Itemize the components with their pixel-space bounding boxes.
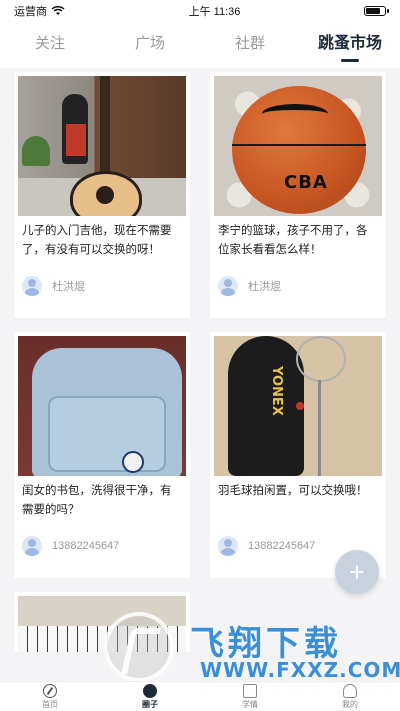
top-tabs: 关注 广场 社群 跳蚤市场 bbox=[0, 22, 400, 68]
guitar-soundhole bbox=[96, 186, 114, 204]
guitar-neck bbox=[100, 76, 110, 176]
racket-cover-print: YONEX bbox=[269, 366, 284, 416]
racket-head bbox=[296, 336, 346, 382]
piano-keys bbox=[18, 626, 186, 652]
avatar-icon[interactable] bbox=[218, 276, 238, 296]
author-name: 杜洪焜 bbox=[52, 281, 85, 293]
person-icon bbox=[343, 684, 357, 698]
author-name: 13882245647 bbox=[52, 540, 120, 552]
basketball-print: CBA bbox=[284, 172, 328, 193]
feed-card[interactable]: CBA 李宁的篮球，孩子不用了，各位家长看看怎么样！ 杜洪焜 bbox=[210, 72, 386, 318]
basketball-seam bbox=[232, 144, 366, 146]
feed-grid: 儿子的入门吉他，现在不需要了，有没有可以交换的呀！ 杜洪焜 CBA 李宁的篮球，… bbox=[14, 72, 386, 652]
card-description: 羽毛球拍闲置，可以交换哦！ bbox=[218, 485, 368, 497]
status-left: 运营商 bbox=[14, 3, 65, 19]
plant-shape bbox=[22, 136, 50, 166]
avatar-icon[interactable] bbox=[218, 536, 238, 556]
wifi-icon bbox=[51, 6, 65, 15]
nav-label: 圈子 bbox=[142, 700, 158, 709]
circle-icon bbox=[143, 684, 157, 698]
card-author[interactable]: 杜洪焜 bbox=[210, 268, 386, 296]
author-name: 13882245647 bbox=[248, 540, 316, 552]
tab-square[interactable]: 广场 bbox=[100, 22, 200, 68]
nav-label: 学情 bbox=[242, 700, 258, 709]
nav-mine[interactable]: 我的 bbox=[300, 682, 400, 711]
bottom-nav: 首页 圈子 学情 我的 bbox=[0, 681, 400, 711]
status-time: 上午 11:36 bbox=[188, 6, 241, 18]
feed-card[interactable] bbox=[14, 592, 190, 652]
nav-home[interactable]: 首页 bbox=[0, 682, 100, 711]
card-description: 李宁的篮球，孩子不用了，各位家长看看怎么样！ bbox=[218, 225, 368, 256]
piano-image[interactable] bbox=[18, 596, 186, 652]
tab-flea-market[interactable]: 跳蚤市场 bbox=[300, 22, 400, 68]
nav-circle[interactable]: 圈子 bbox=[100, 682, 200, 711]
nav-label: 我的 bbox=[342, 700, 358, 709]
racket-tag bbox=[296, 402, 304, 410]
book-icon bbox=[243, 684, 257, 698]
backpack-image[interactable] bbox=[18, 336, 186, 476]
avatar-icon[interactable] bbox=[22, 276, 42, 296]
nav-label: 首页 bbox=[42, 700, 58, 709]
card-author[interactable]: 13882245647 bbox=[14, 528, 190, 556]
avatar-icon[interactable] bbox=[22, 536, 42, 556]
brand-logo-shape bbox=[262, 104, 328, 124]
card-description: 儿子的入门吉他，现在不需要了，有没有可以交换的呀！ bbox=[22, 225, 172, 256]
basketball-image[interactable]: CBA bbox=[214, 76, 382, 216]
card-description: 闺女的书包，洗得很干净，有需要的吗？ bbox=[22, 485, 172, 516]
author-name: 杜洪焜 bbox=[248, 281, 281, 293]
tab-follow[interactable]: 关注 bbox=[0, 22, 100, 68]
badminton-racket-image[interactable]: YONEX bbox=[214, 336, 382, 476]
feed-card[interactable]: YONEX 羽毛球拍闲置，可以交换哦！ 13882245647 bbox=[210, 332, 386, 578]
battery-icon bbox=[364, 6, 389, 16]
star-badge-icon bbox=[122, 451, 144, 473]
watermark-url: WWW.FXXZ.COM bbox=[200, 658, 400, 682]
racket-shaft bbox=[318, 380, 321, 476]
figurine-coat bbox=[66, 124, 86, 156]
guitar-image[interactable] bbox=[18, 76, 186, 216]
card-author[interactable]: 杜洪焜 bbox=[14, 268, 190, 296]
add-post-button[interactable]: + bbox=[335, 550, 379, 594]
backpack-pocket bbox=[48, 396, 166, 472]
feed-card[interactable]: 儿子的入门吉他，现在不需要了，有没有可以交换的呀！ 杜洪焜 bbox=[14, 72, 190, 318]
compass-icon bbox=[43, 684, 57, 698]
battery-fill bbox=[366, 8, 381, 14]
nav-study[interactable]: 学情 bbox=[200, 682, 300, 711]
status-bar: 运营商 上午 11:36 bbox=[0, 0, 400, 22]
carrier-label: 运营商 bbox=[14, 6, 47, 18]
feed-card[interactable]: 闺女的书包，洗得很干净，有需要的吗？ 13882245647 bbox=[14, 332, 190, 578]
tab-community[interactable]: 社群 bbox=[200, 22, 300, 68]
